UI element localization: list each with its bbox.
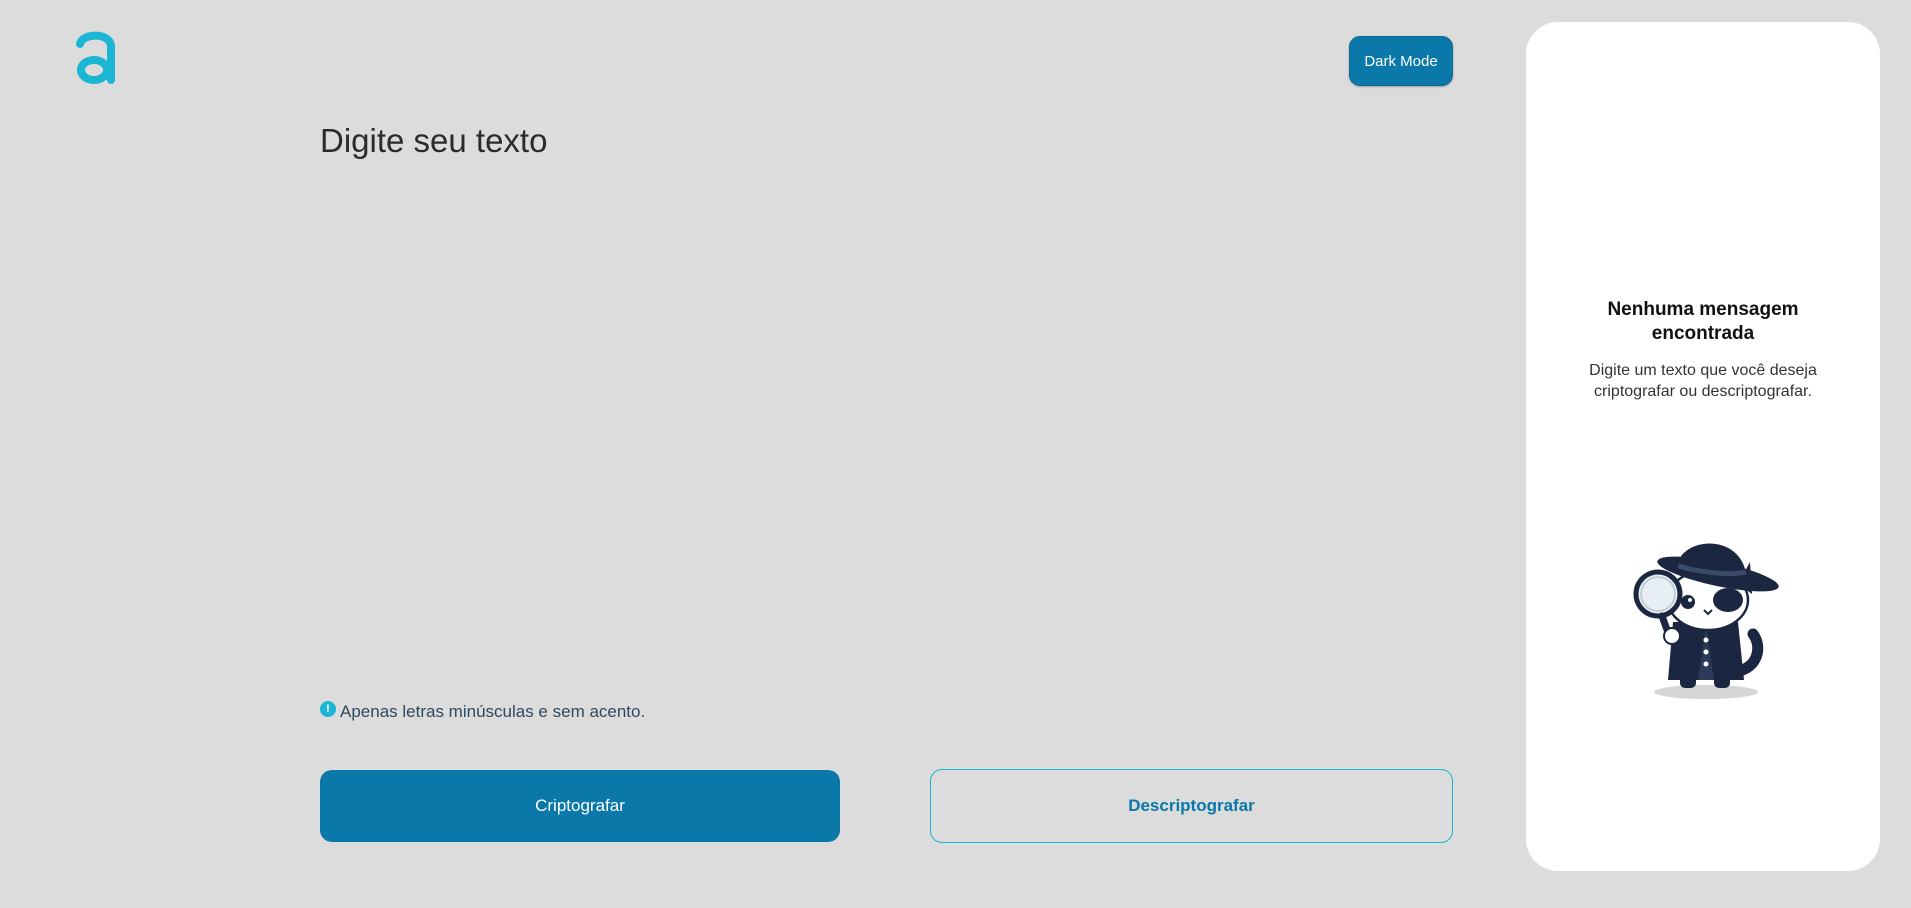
detective-cat-illustration — [1633, 543, 1779, 699]
text-input[interactable] — [320, 122, 1452, 682]
exclamation-icon: ! — [320, 701, 336, 717]
hint-text: Apenas letras minúsculas e sem acento. — [340, 702, 646, 721]
encrypt-button[interactable]: Criptografar — [320, 770, 840, 842]
output-panel: Nenhuma mensagem encontrada Digite um te… — [1526, 22, 1880, 871]
panel-title: Nenhuma mensagem encontrada — [1607, 299, 1799, 344]
decrypt-button[interactable]: Descriptografar — [930, 769, 1453, 843]
hint: ! Apenas letras minúsculas e sem acento. — [320, 701, 646, 722]
dark-mode-button[interactable]: Dark Mode — [1349, 36, 1453, 86]
panel-description: Digite um texto que você deseja criptogr… — [1589, 362, 1817, 400]
logo-icon[interactable] — [74, 30, 118, 90]
